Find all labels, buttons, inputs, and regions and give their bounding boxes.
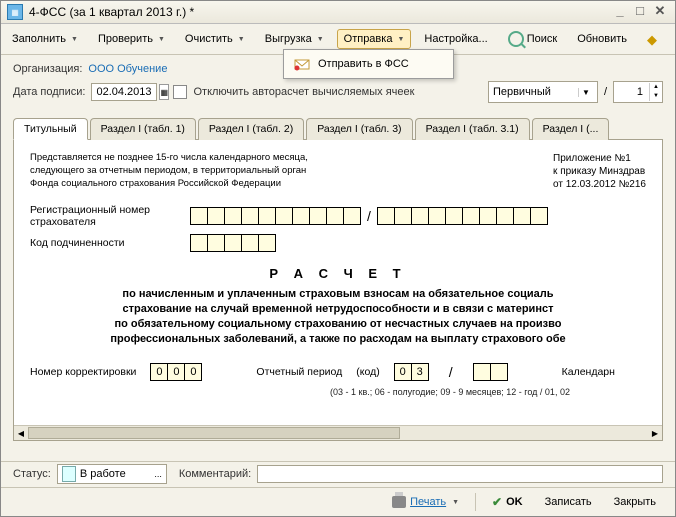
tab-section1-t1[interactable]: Раздел I (табл. 1): [90, 118, 196, 140]
sign-date-input[interactable]: [91, 83, 157, 101]
reg-number-cells-2[interactable]: [377, 207, 548, 225]
minimize-button[interactable]: _: [611, 4, 629, 20]
save-button[interactable]: Записать: [536, 492, 601, 512]
doc-paragraph: по начисленным и уплаченным страховым вз…: [28, 287, 648, 346]
tab-title[interactable]: Титульный: [13, 118, 88, 140]
calendar-label: Календарн: [562, 366, 615, 378]
reg-slash: /: [367, 208, 371, 224]
intro-text: Представляется не позднее 15-го числа ка…: [30, 152, 330, 190]
slash: /: [604, 86, 607, 98]
search-icon: [508, 31, 524, 47]
horizontal-scrollbar[interactable]: ◀▶: [14, 425, 662, 440]
send-button[interactable]: Отправка▼: [337, 29, 412, 49]
close-window-button[interactable]: ✕: [651, 4, 669, 20]
footer: Печать▼ ✔ OK Записать Закрыть: [1, 487, 675, 516]
status-bar: Статус: В работе ... Комментарий:: [1, 461, 675, 486]
export-button[interactable]: Выгрузка▼: [258, 29, 331, 49]
status-field[interactable]: В работе ...: [57, 464, 167, 484]
org-link[interactable]: ООО Обучение: [88, 63, 167, 75]
period-cells[interactable]: 0 3: [394, 363, 429, 381]
send-to-fss-item[interactable]: Отправить в ФСС: [286, 52, 451, 76]
comment-label: Комментарий:: [179, 468, 251, 480]
calendar-icon[interactable]: ▦: [159, 84, 169, 100]
ok-button[interactable]: ✔ OK: [483, 491, 532, 513]
check-icon: ✔: [492, 495, 502, 509]
document-icon: [62, 466, 76, 482]
period-note: (03 - 1 кв.; 06 - полугодие; 09 - 9 меся…: [330, 387, 646, 397]
print-icon: [392, 496, 406, 508]
status-value: В работе: [80, 468, 126, 480]
disable-autocalc-label: Отключить авторасчет вычисляемых ячеек: [193, 86, 414, 98]
tab-section1-t31[interactable]: Раздел I (табл. 3.1): [415, 118, 530, 140]
type-value: Первичный: [493, 86, 551, 98]
spin-down[interactable]: ▼: [650, 92, 662, 101]
spin-up[interactable]: ▲: [650, 83, 662, 92]
maximize-button[interactable]: □: [631, 4, 649, 20]
refresh-button[interactable]: Обновить: [570, 29, 634, 49]
org-label: Организация:: [13, 63, 82, 75]
number-spinner[interactable]: 1 ▲▼: [613, 81, 663, 103]
settings-button[interactable]: Настройка...: [417, 29, 494, 49]
app-icon: ▦: [7, 4, 23, 20]
code-label: (код): [356, 366, 379, 378]
period-cells-2[interactable]: [473, 363, 508, 381]
tab-section1-t3[interactable]: Раздел I (табл. 3): [306, 118, 412, 140]
title-bar: ▦ 4-ФСС (за 1 квартал 2013 г.) * _ □ ✕: [1, 1, 675, 24]
print-button[interactable]: Печать▼: [383, 492, 468, 512]
doc-title: Р А С Ч Е Т: [30, 266, 646, 281]
reg-number-label: Регистрационный номер страхователя: [30, 204, 190, 228]
more-button[interactable]: ◆: [640, 29, 664, 50]
comment-input[interactable]: [257, 465, 663, 483]
help-button[interactable]: ?: [670, 28, 676, 50]
search-button[interactable]: Поиск: [501, 27, 564, 51]
status-label: Статус:: [13, 468, 51, 480]
document-area[interactable]: Приложение №1 к приказу Минздрав от 12.0…: [13, 140, 663, 441]
fill-button[interactable]: Заполнить▼: [5, 29, 85, 49]
more-icon: ◆: [647, 33, 657, 46]
send-dropdown: Отправить в ФСС: [283, 49, 454, 79]
disable-autocalc-checkbox[interactable]: [173, 85, 187, 99]
check-button[interactable]: Проверить▼: [91, 29, 172, 49]
type-select[interactable]: Первичный ▼: [488, 81, 598, 103]
appendix-text: Приложение №1 к приказу Минздрав от 12.0…: [553, 152, 646, 191]
clear-button[interactable]: Очистить▼: [178, 29, 252, 49]
window-title: 4-ФСС (за 1 квартал 2013 г.) *: [29, 5, 194, 19]
tab-bar: Титульный Раздел I (табл. 1) Раздел I (т…: [13, 117, 663, 140]
send-to-fss-label: Отправить в ФСС: [318, 58, 409, 70]
period-label: Отчетный период: [256, 366, 342, 378]
tab-section1-more[interactable]: Раздел I (...: [532, 118, 610, 140]
sign-date-label: Дата подписи:: [13, 86, 85, 98]
close-button[interactable]: Закрыть: [605, 492, 665, 512]
correction-label: Номер корректировки: [30, 366, 136, 378]
sub-code-cells[interactable]: [190, 234, 276, 252]
sub-code-label: Код подчиненности: [30, 237, 190, 249]
number-value: 1: [614, 86, 649, 98]
reg-number-cells[interactable]: [190, 207, 361, 225]
tab-section1-t2[interactable]: Раздел I (табл. 2): [198, 118, 304, 140]
correction-cells[interactable]: 0 0 0: [150, 363, 202, 381]
envelope-icon: [294, 56, 310, 72]
